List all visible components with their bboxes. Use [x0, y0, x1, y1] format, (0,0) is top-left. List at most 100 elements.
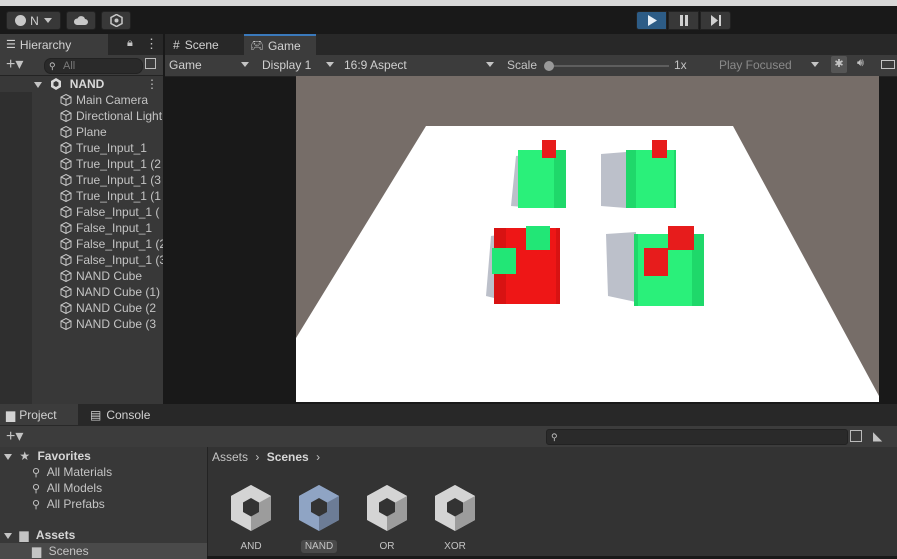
scale-slider[interactable] — [544, 61, 669, 71]
hierarchy-item-label: False_Input_1 (2 — [76, 237, 163, 251]
gameobject-cube-icon — [60, 174, 72, 186]
step-button[interactable] — [700, 11, 731, 30]
display-dropdown[interactable]: Display 1 — [258, 57, 338, 73]
add-icon[interactable]: +▾ — [6, 55, 23, 75]
assets-label: Assets — [35, 528, 76, 542]
hierarchy-item[interactable]: True_Input_1 (3 — [0, 172, 163, 188]
project-search-input[interactable]: ⚲ — [546, 429, 848, 445]
chevron-down-icon — [486, 62, 494, 67]
hierarchy-item[interactable]: False_Input_1 (3 — [0, 252, 163, 268]
hierarchy-panel: ☰ Hierarchy 🔒︎ ⋮ +▾ ⚲ All NAND ⋮ Main Ca… — [0, 34, 163, 404]
hierarchy-item[interactable]: False_Input_1 ( — [0, 204, 163, 220]
hierarchy-item[interactable]: False_Input_1 (2 — [0, 236, 163, 252]
hierarchy-tab-label: Hierarchy — [19, 37, 72, 52]
unity-scene-icon — [367, 485, 407, 531]
hierarchy-item-label: NAND Cube (1) — [76, 285, 161, 299]
scale-value: 1x — [674, 58, 687, 72]
expand-arrow-icon — [34, 82, 42, 88]
chevron-down-icon — [43, 18, 52, 23]
scale-slider-handle[interactable] — [544, 61, 554, 71]
view-mode-dropdown[interactable]: Game — [165, 57, 253, 73]
tab-scene[interactable]: # Scene — [165, 34, 243, 55]
assets-row[interactable]: ▆ Assets — [4, 527, 75, 543]
favorite-item[interactable]: ⚲ All Models — [32, 480, 102, 496]
hierarchy-item[interactable]: NAND Cube (3 — [0, 316, 163, 332]
white-floor-plane — [296, 126, 879, 402]
lock-icon[interactable]: 🔒︎ — [127, 37, 133, 50]
project-folder-tree: ★ Favorites ⚲ All Materials ⚲ All Models… — [0, 447, 208, 559]
gameobject-cube-icon — [60, 254, 72, 266]
breadcrumb-scenes[interactable]: Scenes — [267, 450, 309, 464]
hierarchy-toolbar: +▾ ⚲ All — [0, 55, 163, 76]
gameobject-cube-icon — [60, 110, 72, 122]
hierarchy-item-label: Directional Light — [76, 109, 163, 123]
hierarchy-items: Main Camera Directional Light Plane True_In… — [0, 92, 163, 332]
hierarchy-item[interactable]: Main Camera — [0, 92, 163, 108]
nand-cube-bottom-right — [634, 226, 704, 306]
hierarchy-item[interactable]: Directional Light — [0, 108, 163, 124]
tab-hierarchy[interactable]: ☰ Hierarchy — [0, 34, 108, 55]
hierarchy-item[interactable]: False_Input_1 — [0, 220, 163, 236]
scene-asset[interactable]: OR — [361, 483, 413, 553]
account-label: N — [30, 13, 39, 28]
game-render — [296, 126, 879, 402]
scene-asset[interactable]: XOR — [429, 483, 481, 553]
search-filter-icon[interactable] — [145, 58, 156, 69]
hierarchy-search-input[interactable]: ⚲ All — [44, 58, 143, 74]
play-mode-label: Play Focused — [719, 58, 792, 72]
hierarchy-item-label: Plane — [76, 125, 107, 139]
view-mode-label: Game — [169, 58, 202, 72]
keyboard-icon[interactable] — [881, 60, 895, 69]
gameobject-cube-icon — [60, 238, 72, 250]
more-menu-icon[interactable]: ⋮ — [145, 36, 158, 52]
hierarchy-item[interactable]: True_Input_1 — [0, 140, 163, 156]
scene-tab-label: Scene — [184, 37, 219, 52]
hierarchy-item-label: True_Input_1 — [76, 141, 147, 155]
search-by-type-icon[interactable] — [850, 430, 862, 442]
tab-game[interactable]: 🎮︎ Game — [244, 34, 316, 55]
bug-icon[interactable]: ✱ — [831, 56, 847, 73]
hierarchy-item-label: NAND Cube (2 — [76, 301, 157, 315]
search-by-label-icon[interactable]: ◣ — [873, 429, 882, 443]
favorites-row[interactable]: ★ Favorites — [4, 448, 91, 464]
speaker-icon[interactable]: 🔊︎ — [857, 57, 864, 70]
asset-label: NAND — [300, 540, 338, 553]
scene-more-icon[interactable]: ⋮ — [146, 76, 158, 92]
hierarchy-item-label: NAND Cube (3 — [76, 317, 157, 331]
project-tabbar: ▆ Project ▤ Console — [0, 404, 897, 426]
scene-row[interactable]: NAND ⋮ — [0, 76, 163, 92]
folder-scenes-row[interactable]: ▆ Scenes — [0, 543, 207, 559]
hierarchy-item[interactable]: NAND Cube (2 — [0, 300, 163, 316]
tab-console[interactable]: ▤ Console — [80, 404, 160, 425]
game-controlbar: Game Display 1 16:9 Aspect Scale 1x Play… — [165, 55, 897, 77]
favorite-item[interactable]: ⚲ All Materials — [32, 464, 112, 480]
play-button[interactable] — [636, 11, 667, 30]
hierarchy-item[interactable]: True_Input_1 (1 — [0, 188, 163, 204]
account-button[interactable]: N — [6, 11, 61, 30]
scene-asset[interactable]: NAND — [293, 483, 345, 553]
add-icon[interactable]: +▾ — [6, 426, 23, 447]
play-mode-dropdown[interactable]: Play Focused — [715, 57, 823, 73]
breadcrumb-assets[interactable]: Assets — [212, 450, 248, 464]
breadcrumb: Assets › Scenes › — [212, 449, 324, 465]
favorites-label: Favorites — [37, 449, 91, 463]
project-panel: ▆ Project ▤ Console +▾ ⚲ ◣ ★ Favorites ⚲… — [0, 404, 897, 559]
game-viewport[interactable] — [296, 76, 879, 402]
gameobject-cube-icon — [60, 190, 72, 202]
pause-button[interactable] — [668, 11, 699, 30]
chevron-right-icon: › — [255, 450, 260, 464]
expand-arrow-icon — [4, 454, 12, 460]
collab-button[interactable] — [101, 11, 131, 30]
scene-asset[interactable]: AND — [225, 483, 277, 553]
hierarchy-item-label: True_Input_1 (1 — [76, 189, 161, 203]
aspect-dropdown[interactable]: 16:9 Aspect — [340, 57, 498, 73]
cloud-button[interactable] — [66, 11, 96, 30]
hierarchy-item[interactable]: True_Input_1 (2 — [0, 156, 163, 172]
hierarchy-item[interactable]: NAND Cube (1) — [0, 284, 163, 300]
project-toolbar: +▾ ⚲ ◣ — [0, 426, 897, 448]
hierarchy-item[interactable]: Plane — [0, 124, 163, 140]
main-toolbar: N — [0, 6, 897, 34]
hierarchy-item[interactable]: NAND Cube — [0, 268, 163, 284]
tab-project[interactable]: ▆ Project — [0, 404, 78, 425]
favorite-item[interactable]: ⚲ All Prefabs — [32, 496, 105, 512]
